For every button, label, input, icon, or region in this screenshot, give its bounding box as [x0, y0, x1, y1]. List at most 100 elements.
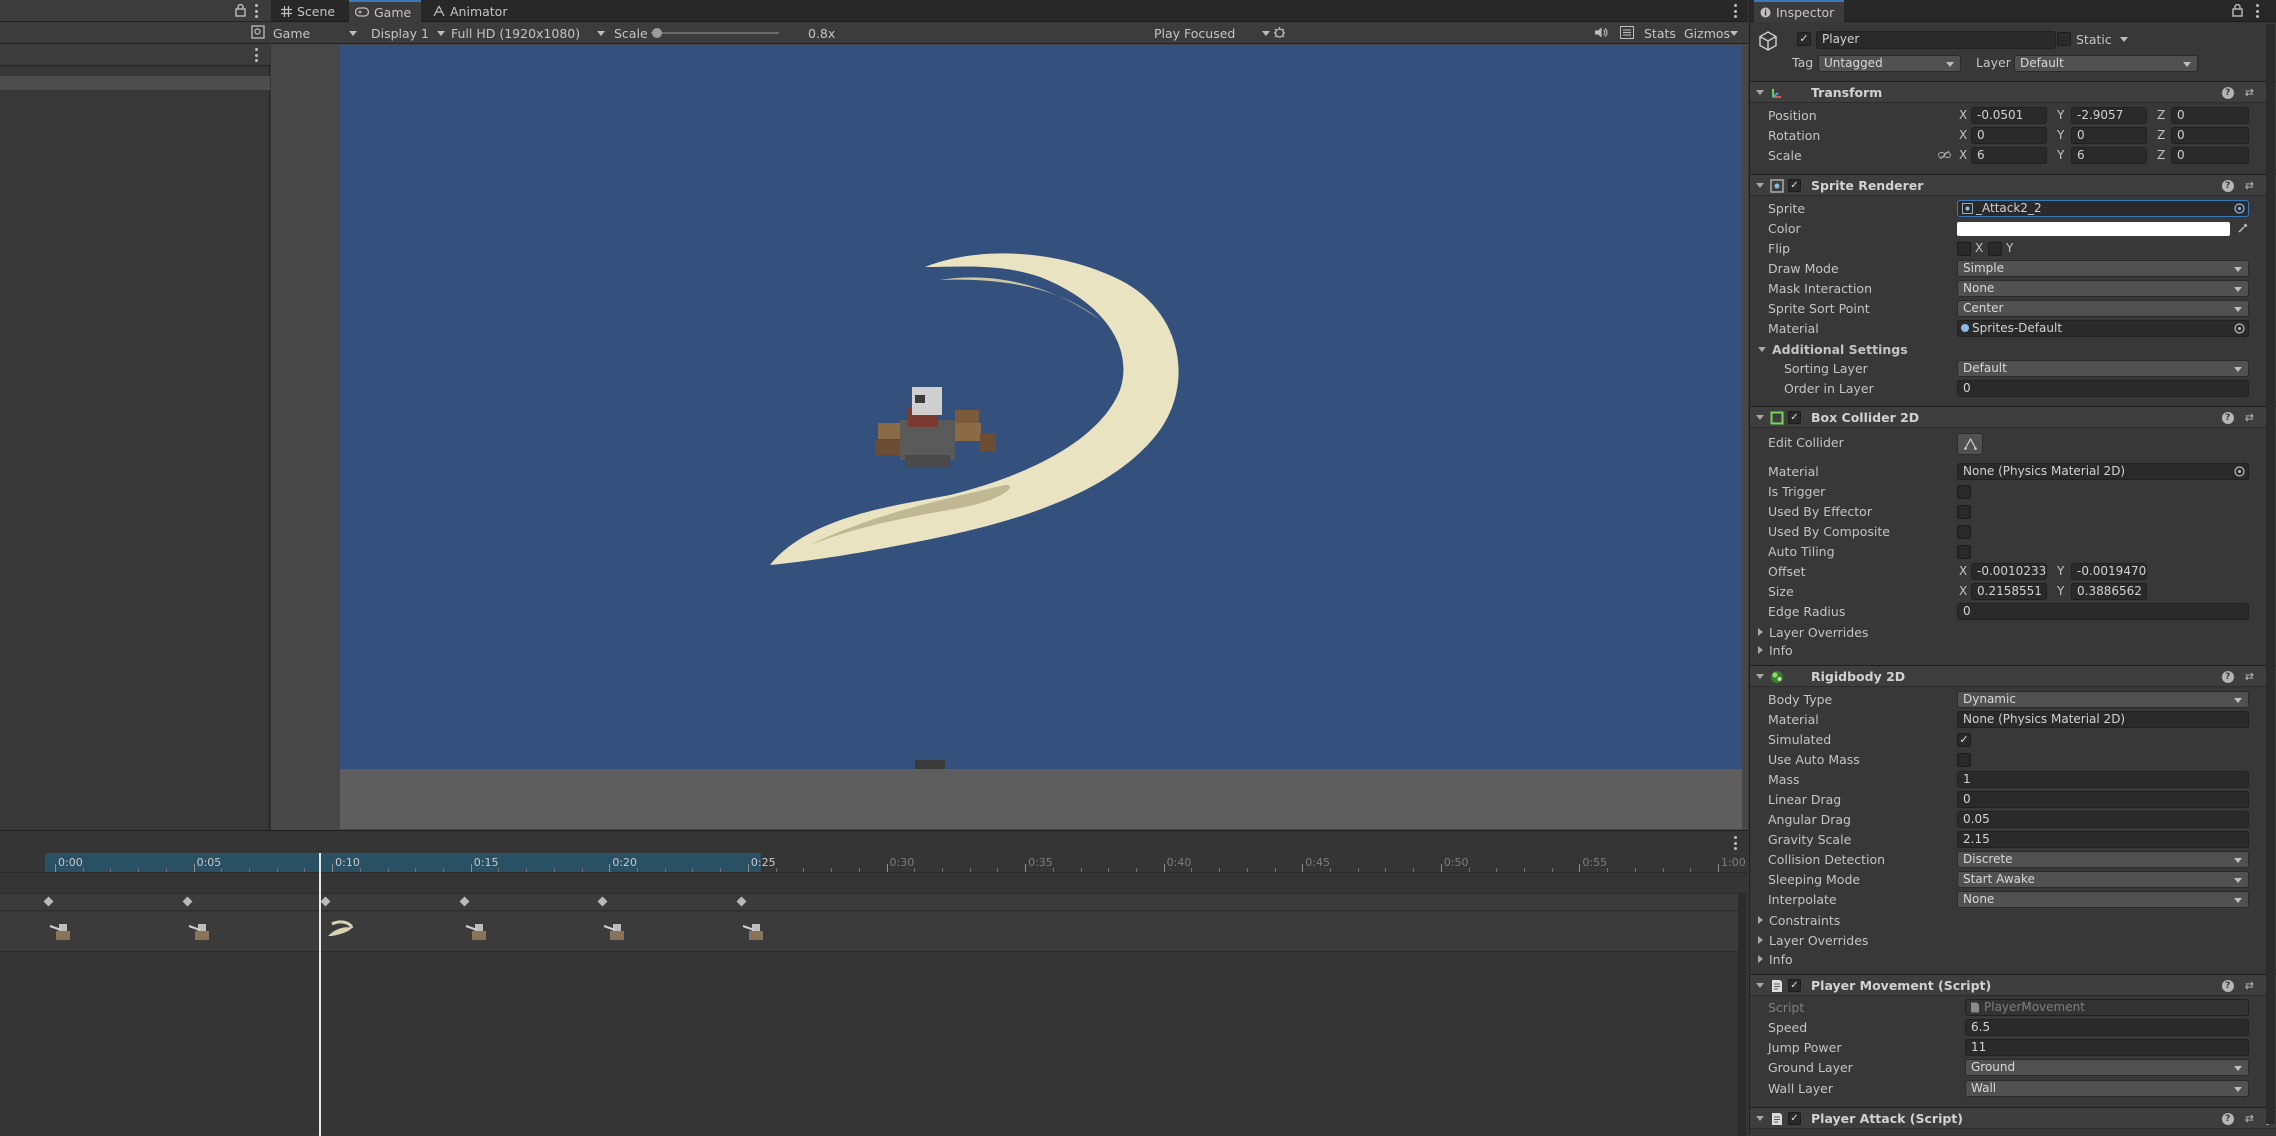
order-in-layer-field[interactable]: 0 — [1957, 380, 2249, 397]
keyframe-diamond[interactable] — [597, 896, 608, 907]
help-icon[interactable]: ? — [2221, 670, 2234, 683]
sprite-renderer-enabled-checkbox[interactable]: ✓ — [1788, 179, 1801, 192]
offset-x-field[interactable]: -0.00102337 — [1971, 563, 2047, 580]
rigidbody-dropdown[interactable]: None — [1957, 891, 2249, 908]
animation-menu-icon[interactable] — [1733, 836, 1737, 850]
player-movement-enabled-checkbox[interactable]: ✓ — [1788, 979, 1801, 992]
auto-tiling-checkbox[interactable] — [1957, 545, 1971, 559]
object-picker-icon[interactable] — [2234, 203, 2245, 214]
sprite-frame-thumbnail[interactable] — [186, 916, 220, 946]
tag-dropdown[interactable]: Untagged — [1818, 55, 1961, 72]
rigidbody-checkbox[interactable]: ✓ — [1957, 733, 1971, 747]
draw-mode-dropdown[interactable]: Simple — [1957, 260, 2249, 277]
stats-button[interactable]: Stats — [1644, 22, 1676, 44]
sorting-layer-dropdown[interactable]: Default — [1957, 360, 2249, 377]
keyframe-diamond[interactable] — [459, 896, 470, 907]
rigidbody-field[interactable]: 0.05 — [1957, 811, 2249, 828]
object-name-field[interactable]: Player — [1816, 31, 2056, 49]
preset-icon[interactable]: ⇄ — [2245, 670, 2254, 683]
edit-collider-button[interactable] — [1957, 433, 1983, 455]
rigidbody-checkbox[interactable] — [1957, 753, 1971, 767]
static-checkbox[interactable] — [2057, 32, 2071, 46]
rotation-z-field[interactable]: 0 — [2171, 127, 2249, 144]
rigidbody-header[interactable]: Rigidbody 2D ? ⇄ — [1750, 665, 2276, 687]
constrain-proportions-icon[interactable] — [1938, 150, 1951, 160]
hierarchy-search-icon[interactable] — [251, 25, 265, 39]
tab-inspector[interactable]: Inspector — [1754, 0, 1845, 22]
position-z-field[interactable]: 0 — [2171, 107, 2249, 124]
play-mode-dropdown[interactable]: Play Focused — [1154, 22, 1270, 44]
collider-layer-overrides-foldout[interactable]: Layer Overrides — [1758, 622, 1868, 642]
help-icon[interactable]: ? — [2221, 179, 2234, 192]
inspector-menu-icon[interactable] — [2255, 4, 2259, 18]
tab-animator[interactable]: Animator — [427, 0, 517, 22]
is-trigger-checkbox[interactable] — [1957, 485, 1971, 499]
color-swatch[interactable] — [1957, 222, 2230, 236]
additional-settings-foldout[interactable]: Additional Settings — [1758, 339, 1908, 359]
hierarchy-menu-icon[interactable] — [254, 4, 258, 18]
display-dropdown[interactable]: Display 1 — [371, 22, 445, 44]
rigidbody-field[interactable]: 2.15 — [1957, 831, 2249, 848]
preset-icon[interactable]: ⇄ — [2245, 979, 2254, 992]
box-collider-header[interactable]: ✓ Box Collider 2D ? ⇄ — [1750, 406, 2276, 428]
scale-z-field[interactable]: 0 — [2171, 147, 2249, 164]
sprite-material-field[interactable]: Sprites-Default — [1957, 320, 2249, 337]
help-icon[interactable]: ? — [2221, 86, 2234, 99]
rigidbody-dropdown[interactable]: Discrete — [1957, 851, 2249, 868]
player-attack-enabled-checkbox[interactable]: ✓ — [1788, 1112, 1801, 1125]
preset-icon[interactable]: ⇄ — [2245, 179, 2254, 192]
hierarchy-selected-row[interactable] — [0, 76, 270, 90]
sprite-frame-thumbnail[interactable] — [601, 916, 635, 946]
player-movement-header[interactable]: ✓ Player Movement (Script) ? ⇄ — [1750, 974, 2276, 996]
size-x-field[interactable]: 0.2158551 — [1971, 583, 2047, 600]
tab-game[interactable]: Game — [349, 0, 422, 22]
active-checkbox[interactable]: ✓ — [1797, 32, 1811, 46]
sprite-frame-thumbnail[interactable] — [47, 916, 81, 946]
wall-layer-dropdown[interactable]: Wall — [1965, 1080, 2249, 1097]
scale-y-field[interactable]: 6 — [2071, 147, 2147, 164]
rigidbody-dropdown[interactable]: Dynamic — [1957, 691, 2249, 708]
lock-icon[interactable] — [235, 4, 246, 17]
timeline-scrollbar[interactable] — [1738, 893, 1746, 1136]
scale-x-field[interactable]: 6 — [1971, 147, 2047, 164]
rigidbody-dropdown[interactable]: Start Awake — [1957, 871, 2249, 888]
game-viewport[interactable] — [340, 45, 1742, 769]
position-x-field[interactable]: -0.0501 — [1971, 107, 2047, 124]
tab-scene[interactable]: Scene — [275, 0, 345, 22]
used-by-effector-checkbox[interactable] — [1957, 505, 1971, 519]
keyframe-diamond[interactable] — [43, 896, 54, 907]
offset-y-field[interactable]: -0.00194706 — [2071, 563, 2147, 580]
flip-y-checkbox[interactable] — [1988, 242, 2002, 256]
rigidbody-field[interactable]: None (Physics Material 2D) — [1957, 711, 2249, 728]
rotation-x-field[interactable]: 0 — [1971, 127, 2047, 144]
collider-material-field[interactable]: None (Physics Material 2D) — [1957, 463, 2249, 480]
sprite-frame-thumbnail[interactable] — [463, 916, 497, 946]
gizmos-dropdown[interactable]: Gizmos — [1684, 22, 1739, 44]
preset-icon[interactable]: ⇄ — [2245, 411, 2254, 424]
scale-slider-thumb[interactable] — [652, 28, 663, 38]
game-mode-dropdown[interactable]: Game — [273, 22, 359, 44]
game-view-menu-icon[interactable] — [1733, 4, 1737, 18]
mask-interaction-dropdown[interactable]: None — [1957, 280, 2249, 297]
preset-icon[interactable]: ⇄ — [2245, 1112, 2254, 1125]
sprite-renderer-header[interactable]: ✓ Sprite Renderer ? ⇄ — [1750, 174, 2276, 196]
keyframe-diamond[interactable] — [320, 896, 331, 907]
object-picker-icon[interactable] — [2234, 323, 2245, 334]
jump-power-field[interactable]: 11 — [1965, 1039, 2249, 1056]
object-picker-icon[interactable] — [2234, 466, 2245, 477]
preset-icon[interactable]: ⇄ — [2245, 86, 2254, 99]
help-icon[interactable]: ? — [2221, 411, 2234, 424]
size-y-field[interactable]: 0.3886562 — [2071, 583, 2147, 600]
debug-bug-icon[interactable] — [1272, 25, 1287, 40]
constraints-foldout[interactable]: Constraints — [1758, 910, 1840, 930]
keyframe-diamond[interactable] — [182, 896, 193, 907]
collider-info-foldout[interactable]: Info — [1758, 640, 1793, 660]
hierarchy-sub-menu-icon[interactable] — [254, 48, 258, 62]
transform-header[interactable]: Transform ? ⇄ — [1750, 81, 2276, 103]
eyedropper-icon[interactable] — [2237, 222, 2249, 234]
layer-dropdown[interactable]: Default — [2014, 55, 2198, 72]
timeline-ruler[interactable]: 0:00 0:05 0:10 0:15 0:20 0:25 0:30 0:35 0:40 0:45… — [0, 853, 1748, 873]
edge-radius-field[interactable]: 0 — [1957, 603, 2249, 620]
static-dropdown-icon[interactable] — [2120, 37, 2128, 42]
help-icon[interactable]: ? — [2221, 979, 2234, 992]
